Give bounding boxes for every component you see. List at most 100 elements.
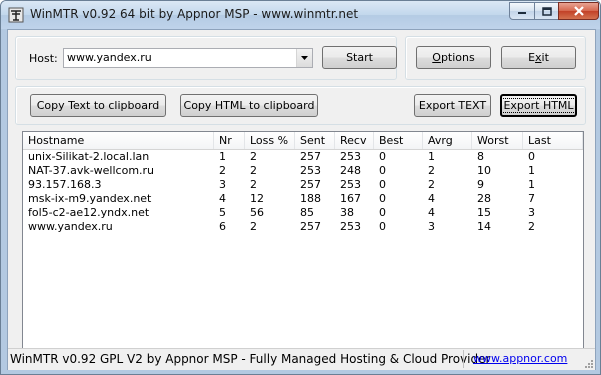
close-button[interactable] [558, 2, 599, 20]
host-combobox[interactable]: www.yandex.ru [63, 48, 313, 68]
table-cell: 167 [340, 192, 361, 205]
copy-html-button[interactable]: Copy HTML to clipboard [180, 94, 318, 117]
minimize-button[interactable] [509, 2, 535, 20]
table-cell: 38 [340, 206, 354, 219]
table-cell: 0 [528, 150, 535, 163]
table-cell: 257 [300, 220, 321, 233]
column-header-recv[interactable]: Recv [335, 132, 374, 149]
start-button[interactable]: Start [322, 46, 397, 69]
exit-label: Exit [528, 51, 549, 64]
table-cell: 8 [477, 150, 484, 163]
maximize-button[interactable] [534, 2, 559, 20]
table-row[interactable]: msk-ix-m9.yandex.net 4 12 188 167 0 4 28 7 [23, 192, 583, 206]
table-cell: 253 [340, 178, 361, 191]
table-cell: 2 [250, 220, 257, 233]
table-cell: unix-Silikat-2.local.lan [28, 150, 150, 163]
table-cell: 2 [428, 164, 435, 177]
table-cell: 2 [219, 164, 226, 177]
title-bar[interactable]: WinMTR v0.92 64 bit by Appnor MSP - www.… [1, 1, 600, 29]
table-cell: 56 [250, 206, 264, 219]
table-row[interactable]: fol5-c2-ae12.yndx.net 5 56 85 38 0 4 15 3 [23, 206, 583, 220]
table-cell: 1 [428, 150, 435, 163]
table-cell: 85 [300, 206, 314, 219]
table-cell: fol5-c2-ae12.yndx.net [28, 206, 150, 219]
table-cell: www.yandex.ru [28, 220, 113, 233]
table-cell: 0 [379, 206, 386, 219]
resize-grip-icon[interactable] [583, 358, 593, 368]
export-text-button[interactable]: Export TEXT [414, 94, 491, 117]
table-cell: 2 [528, 220, 535, 233]
host-group: Host: www.yandex.ru Start [15, 36, 397, 80]
table-row[interactable]: www.yandex.ru 6 2 257 253 0 3 14 2 [23, 220, 583, 234]
table-cell: 4 [428, 206, 435, 219]
table-cell: 253 [340, 150, 361, 163]
table-cell: 2 [250, 150, 257, 163]
table-row[interactable]: unix-Silikat-2.local.lan 1 2 257 253 0 1 8 0 [23, 150, 583, 164]
table-cell: 4 [428, 192, 435, 205]
options-group: Options Exit [405, 36, 586, 80]
table-cell: 3 [219, 178, 226, 191]
table-cell: 0 [379, 164, 386, 177]
table-row[interactable]: 93.157.168.3 3 2 257 253 0 2 9 1 [23, 178, 583, 192]
column-header-loss[interactable]: Loss % [245, 132, 295, 149]
host-input[interactable]: www.yandex.ru [67, 51, 152, 64]
status-text: WinMTR v0.92 GPL V2 by Appnor MSP - Full… [10, 352, 491, 366]
table-header: Hostname Nr Loss % Sent Recv Best Avrg Worst Las… [23, 132, 583, 150]
table-cell: msk-ix-m9.yandex.net [28, 192, 152, 205]
app-icon [8, 7, 24, 23]
export-html-button[interactable]: Export HTML [500, 94, 577, 117]
table-cell: 2 [250, 178, 257, 191]
table-cell: 93.157.168.3 [28, 178, 102, 191]
winmtr-window: WinMTR v0.92 64 bit by Appnor MSP - www.… [0, 0, 601, 375]
table-cell: 4 [219, 192, 226, 205]
table-cell: 0 [379, 220, 386, 233]
table-cell: NAT-37.avk-wellcom.ru [28, 164, 155, 177]
table-cell: 3 [528, 206, 535, 219]
exit-button[interactable]: Exit [501, 46, 576, 69]
column-header-worst[interactable]: Worst [472, 132, 523, 149]
table-cell: 248 [340, 164, 361, 177]
table-cell: 14 [477, 220, 491, 233]
table-cell: 1 [528, 178, 535, 191]
table-cell: 2 [428, 178, 435, 191]
table-cell: 0 [379, 150, 386, 163]
export-group: Copy Text to clipboard Copy HTML to clip… [15, 86, 586, 125]
table-cell: 5 [219, 206, 226, 219]
table-row[interactable]: NAT-37.avk-wellcom.ru 2 2 253 248 0 2 10 1 [23, 164, 583, 178]
export-html-label: Export HTML [501, 98, 576, 113]
table-cell: 257 [300, 178, 321, 191]
table-cell: 188 [300, 192, 321, 205]
client-area: Host: www.yandex.ru Start Options Exit C… [7, 29, 596, 370]
table-cell: 28 [477, 192, 491, 205]
column-header-hostname[interactable]: Hostname [23, 132, 214, 149]
close-icon [573, 6, 584, 16]
table-cell: 257 [300, 150, 321, 163]
table-cell: 0 [379, 192, 386, 205]
status-separator [463, 350, 464, 368]
column-header-avrg[interactable]: Avrg [423, 132, 472, 149]
table-cell: 7 [528, 192, 535, 205]
table-cell: 1 [219, 150, 226, 163]
copy-text-button[interactable]: Copy Text to clipboard [30, 94, 166, 117]
window-title: WinMTR v0.92 64 bit by Appnor MSP - www.… [30, 7, 359, 21]
options-button[interactable]: Options [416, 46, 491, 69]
chevron-down-icon [301, 56, 308, 60]
table-cell: 12 [250, 192, 264, 205]
column-header-nr[interactable]: Nr [214, 132, 245, 149]
maximize-icon [541, 6, 552, 16]
dropdown-button[interactable] [296, 49, 312, 67]
minimize-icon [518, 12, 526, 14]
table-cell: 15 [477, 206, 491, 219]
host-label: Host: [29, 52, 58, 65]
table-cell: 1 [528, 164, 535, 177]
column-header-best[interactable]: Best [374, 132, 423, 149]
column-header-last[interactable]: Last [523, 132, 583, 149]
table-cell: 2 [250, 164, 257, 177]
table-cell: 0 [379, 178, 386, 191]
column-header-sent[interactable]: Sent [295, 132, 335, 149]
appnor-link[interactable]: www.appnor.com [473, 352, 567, 365]
options-label: Options [432, 51, 475, 64]
table-cell: 6 [219, 220, 226, 233]
status-bar: WinMTR v0.92 GPL V2 by Appnor MSP - Full… [8, 348, 595, 370]
results-table[interactable]: Hostname Nr Loss % Sent Recv Best Avrg Worst Las… [22, 131, 584, 349]
